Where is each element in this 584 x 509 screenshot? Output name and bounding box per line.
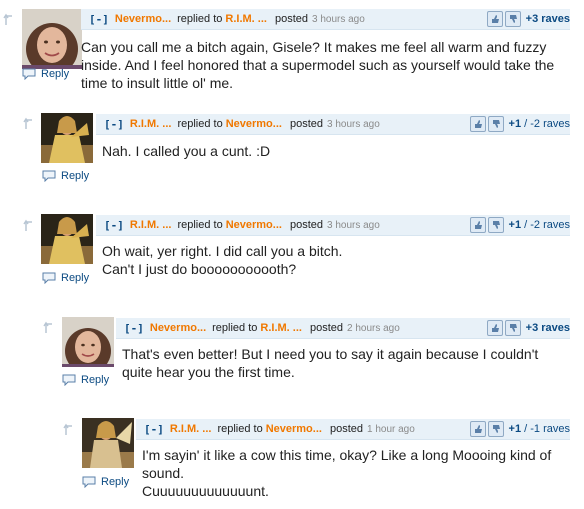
replied-to-label: replied to bbox=[177, 13, 223, 25]
author-link[interactable]: R.I.M. ... bbox=[170, 423, 212, 435]
rave-controls: +1 / -2 raves bbox=[469, 215, 570, 235]
reply-button[interactable]: Reply bbox=[62, 374, 109, 386]
timestamp: 3 hours ago bbox=[326, 118, 380, 130]
collapse-toggle[interactable]: [-] bbox=[104, 118, 124, 131]
avatar[interactable] bbox=[41, 113, 93, 163]
rave-negative: / -2 raves bbox=[524, 118, 570, 130]
comment-body: Nah. I called you a cunt. :D bbox=[102, 143, 271, 159]
reply-button[interactable]: Reply bbox=[82, 476, 129, 488]
rave-controls: +3 raves bbox=[486, 9, 570, 29]
reply-label: Reply bbox=[41, 68, 70, 80]
collapse-toggle[interactable]: [-] bbox=[104, 219, 124, 232]
author-link[interactable]: R.I.M. ... bbox=[130, 219, 172, 231]
rave-count: +3 raves bbox=[525, 322, 570, 334]
collapse-toggle[interactable]: [-] bbox=[124, 322, 144, 335]
reply-button[interactable]: Reply bbox=[42, 272, 89, 284]
thumbs-down-icon[interactable] bbox=[487, 116, 504, 132]
reply-label: Reply bbox=[81, 374, 110, 386]
thumbs-up-icon[interactable] bbox=[469, 116, 486, 132]
comment-body: Oh wait, yer right. I did call you a bit… bbox=[102, 242, 570, 278]
target-link[interactable]: Nevermo... bbox=[226, 219, 282, 231]
thumbs-up-icon[interactable] bbox=[469, 421, 486, 437]
speech-bubble-icon bbox=[62, 374, 76, 386]
timestamp: 3 hours ago bbox=[326, 219, 380, 231]
thumbs-down-icon[interactable] bbox=[487, 217, 504, 233]
comment-body-line: Oh wait, yer right. I did call you a bit… bbox=[102, 243, 343, 259]
rave-negative: / -1 raves bbox=[524, 423, 570, 435]
comment-body: That's even better! But I need you to sa… bbox=[122, 346, 539, 380]
thumbs-up-icon[interactable] bbox=[486, 320, 503, 336]
comment-header: [-] Nevermo... replied to R.I.M. ... pos… bbox=[116, 318, 570, 339]
rave-count: +1 / -1 raves bbox=[509, 423, 570, 435]
timestamp: 3 hours ago bbox=[311, 13, 365, 25]
posted-label: posted bbox=[289, 118, 323, 130]
reply-button[interactable]: Reply bbox=[22, 68, 69, 80]
reply-label: Reply bbox=[101, 476, 130, 488]
thumbs-down-icon[interactable] bbox=[504, 320, 521, 336]
comment-header: [-] R.I.M. ... replied to Nevermo... pos… bbox=[96, 114, 570, 135]
comment-header: [-] R.I.M. ... replied to Nevermo... pos… bbox=[96, 215, 570, 236]
target-link[interactable]: Nevermo... bbox=[226, 118, 282, 130]
comment-body-line: Cuuuuuuuuuuuuunt. bbox=[142, 483, 269, 499]
target-link[interactable]: R.I.M. ... bbox=[260, 322, 302, 334]
rave-positive: +1 bbox=[508, 118, 522, 130]
avatar[interactable] bbox=[62, 317, 114, 367]
rave-controls: +1 / -1 raves bbox=[469, 419, 570, 439]
collapse-toggle[interactable]: [-] bbox=[89, 13, 109, 26]
reply-arrow-icon bbox=[22, 218, 36, 232]
posted-label: posted bbox=[329, 423, 363, 435]
comment-body: Can you call me a bitch again, Gisele? I… bbox=[81, 39, 555, 91]
speech-bubble-icon bbox=[82, 476, 96, 488]
speech-bubble-icon bbox=[22, 68, 36, 80]
replied-to-label: replied to bbox=[212, 322, 258, 334]
rave-positive: +1 bbox=[508, 423, 522, 435]
rave-controls: +3 raves bbox=[486, 318, 570, 338]
rave-positive: +1 bbox=[508, 219, 522, 231]
replied-to-label: replied to bbox=[217, 423, 263, 435]
avatar[interactable] bbox=[41, 214, 93, 264]
replied-to-label: replied to bbox=[177, 118, 223, 130]
reply-arrow-icon bbox=[2, 12, 16, 26]
comment-body-line: I'm sayin' it like a cow this time, okay… bbox=[142, 447, 552, 481]
reply-label: Reply bbox=[61, 170, 90, 182]
speech-bubble-icon bbox=[42, 272, 56, 284]
comment-body-line: Can't I just do booooooooooth? bbox=[102, 261, 297, 277]
collapse-toggle[interactable]: [-] bbox=[144, 423, 164, 436]
thumbs-down-icon[interactable] bbox=[487, 421, 504, 437]
thumbs-up-icon[interactable] bbox=[486, 11, 503, 27]
posted-label: posted bbox=[309, 322, 343, 334]
target-link[interactable]: R.I.M. ... bbox=[225, 13, 267, 25]
author-link[interactable]: R.I.M. ... bbox=[130, 118, 172, 130]
avatar[interactable] bbox=[22, 9, 82, 69]
rave-count: +1 / -2 raves bbox=[509, 219, 570, 231]
target-link[interactable]: Nevermo... bbox=[266, 423, 322, 435]
posted-label: posted bbox=[289, 219, 323, 231]
author-link[interactable]: Nevermo... bbox=[115, 13, 171, 25]
reply-button[interactable]: Reply bbox=[42, 170, 89, 182]
thumbs-up-icon[interactable] bbox=[469, 217, 486, 233]
speech-bubble-icon bbox=[42, 170, 56, 182]
reply-arrow-icon bbox=[22, 116, 36, 130]
author-link[interactable]: Nevermo... bbox=[150, 322, 206, 334]
reply-arrow-icon bbox=[62, 422, 76, 436]
avatar[interactable] bbox=[82, 418, 134, 468]
rave-controls: +1 / -2 raves bbox=[469, 114, 570, 134]
rave-count: +1 / -2 raves bbox=[509, 118, 570, 130]
reply-label: Reply bbox=[61, 272, 90, 284]
rave-count: +3 raves bbox=[525, 13, 570, 25]
reply-arrow-icon bbox=[42, 320, 56, 334]
comment-header: [-] Nevermo... replied to R.I.M. ... pos… bbox=[81, 9, 570, 30]
comment-body: I'm sayin' it like a cow this time, okay… bbox=[142, 446, 570, 500]
rave-negative: / -2 raves bbox=[524, 219, 570, 231]
comment-header: [-] R.I.M. ... replied to Nevermo... pos… bbox=[136, 419, 570, 440]
timestamp: 1 hour ago bbox=[366, 423, 415, 435]
timestamp: 2 hours ago bbox=[346, 322, 400, 334]
replied-to-label: replied to bbox=[177, 219, 223, 231]
posted-label: posted bbox=[274, 13, 308, 25]
thumbs-down-icon[interactable] bbox=[504, 11, 521, 27]
